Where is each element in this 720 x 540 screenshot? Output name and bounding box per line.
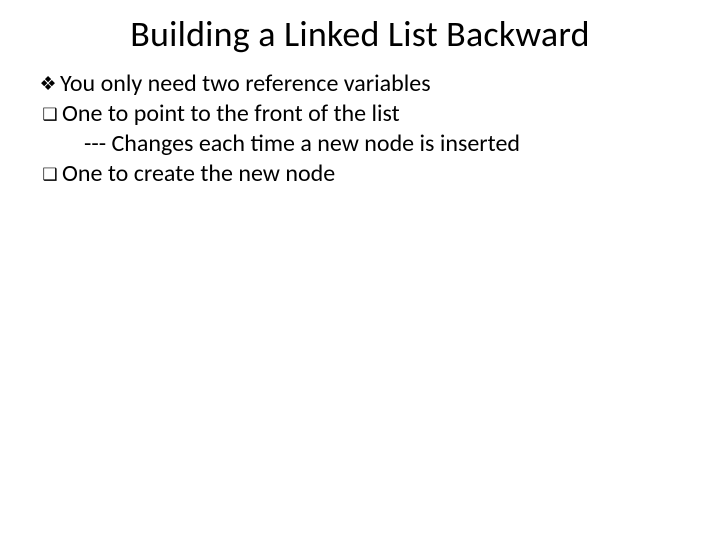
bullet-text: One to point to the front of the list	[62, 99, 684, 129]
bullet-line-4: ❑ One to create the new node	[36, 159, 684, 189]
square-bullet-icon: ❑	[38, 159, 62, 185]
slide: Building a Linked List Backward ❖ You on…	[0, 0, 720, 540]
bullet-text: --- Changes each time a new node is inse…	[84, 129, 684, 159]
bullet-text: You only need two reference variables	[60, 69, 684, 99]
square-bullet-icon: ❑	[38, 99, 62, 125]
slide-body: ❖ You only need two reference variables …	[36, 69, 684, 189]
diamond-bullet-icon: ❖	[36, 69, 60, 97]
bullet-text: One to create the new node	[62, 159, 684, 189]
sub-line-3: --- Changes each time a new node is inse…	[36, 129, 684, 159]
slide-title: Building a Linked List Backward	[36, 14, 684, 55]
bullet-line-1: ❖ You only need two reference variables	[36, 69, 684, 99]
bullet-line-2: ❑ One to point to the front of the list	[36, 99, 684, 129]
